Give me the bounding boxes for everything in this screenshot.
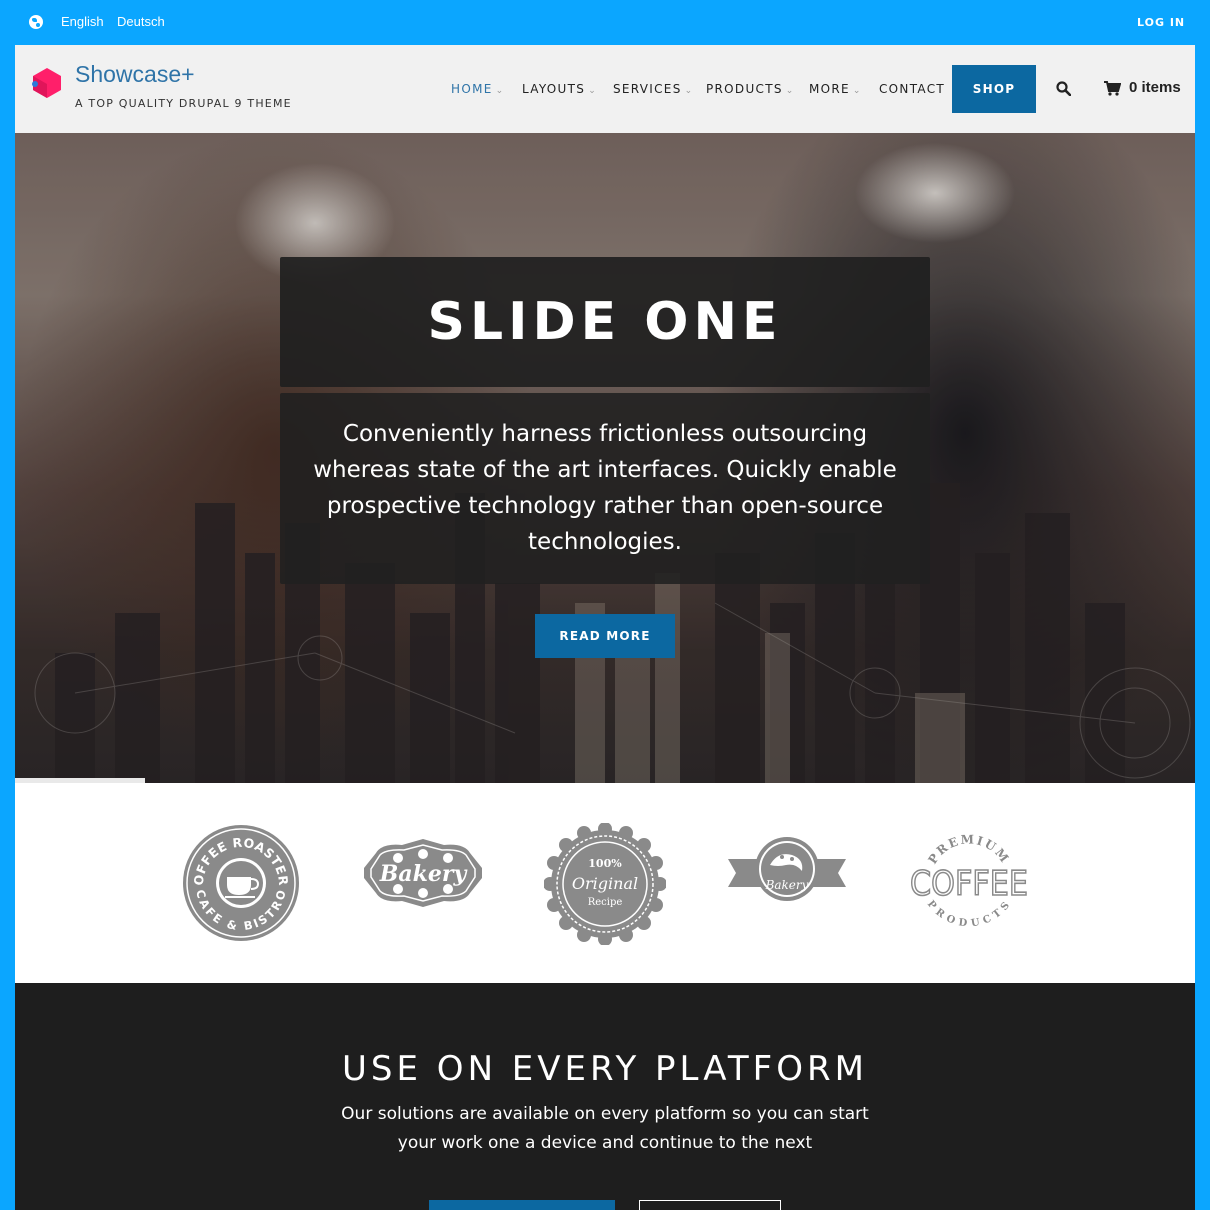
nav-item-services[interactable]: SERVICES ⌄: [613, 82, 693, 96]
login-link[interactable]: LOG IN: [1137, 16, 1185, 29]
platform-title: USE ON EVERY PLATFORM: [342, 1049, 868, 1089]
slide-title: SLIDE ONE: [427, 292, 783, 352]
search-icon[interactable]: [1056, 81, 1071, 96]
platform-subtitle: Our solutions are available on every pla…: [341, 1104, 869, 1153]
chevron-down-icon: ⌄: [785, 86, 795, 96]
top-bar: English Deutsch LOG IN: [0, 0, 1210, 45]
recipe-line3: Recipe: [588, 897, 623, 908]
nav-item-products[interactable]: PRODUCTS ⌄: [706, 82, 795, 96]
nav-item-more[interactable]: MORE ⌄: [809, 82, 862, 96]
chevron-down-icon: ⌄: [495, 86, 505, 96]
premium-coffee-logo: PREMIUM COFFEE PRODUCTS: [909, 833, 1029, 930]
coffee-roasters-logo: COFFEE ROASTERS CAFE & BISTRO: [181, 823, 299, 941]
globe-icon: [29, 15, 43, 29]
nav-item-label: HOME: [451, 82, 493, 96]
bakery-badge-text: Bakery: [765, 878, 809, 892]
chevron-down-icon: ⌄: [684, 86, 694, 96]
bakery-badge-logo: Bakery: [728, 837, 846, 901]
nav-item-contact[interactable]: CONTACT: [879, 82, 945, 96]
svg-text:PREMIUM: PREMIUM: [925, 833, 1012, 867]
original-recipe-logo: 100% Original Recipe: [544, 823, 666, 945]
nav-item-layouts[interactable]: LAYOUTS ⌄: [522, 82, 597, 96]
chevron-down-icon: ⌄: [588, 86, 598, 96]
site-header: Showcase+ A TOP QUALITY DRUPAL 9 THEME H…: [15, 45, 1195, 133]
language-deutsch-link[interactable]: Deutsch: [117, 14, 165, 29]
chevron-down-icon: ⌄: [852, 86, 862, 96]
hero-slider: SLIDE ONE Conveniently harness frictionl…: [15, 133, 1195, 783]
nav-item-label: SERVICES: [613, 82, 682, 96]
site-slogan: A TOP QUALITY DRUPAL 9 THEME: [75, 97, 292, 110]
recipe-line2: Original: [572, 874, 638, 893]
bakery-logo: Bakery: [364, 839, 482, 907]
read-more-button[interactable]: READ MORE: [535, 614, 675, 658]
nav-item-label: LAYOUTS: [522, 82, 586, 96]
shop-button[interactable]: SHOP: [952, 65, 1036, 113]
slide-title-box: SLIDE ONE: [280, 257, 930, 387]
nav-item-label: CONTACT: [879, 82, 946, 96]
page-frame: Showcase+ A TOP QUALITY DRUPAL 9 THEME H…: [15, 45, 1195, 1210]
cart-icon[interactable]: [1104, 81, 1121, 96]
nav-item-label: PRODUCTS: [706, 82, 783, 96]
site-name-link[interactable]: Showcase+: [75, 61, 195, 88]
client-logos: COFFEE ROASTERS CAFE & BISTRO Bakery: [15, 783, 1195, 983]
bakery-logo-text: Bakery: [379, 861, 469, 887]
logo-hexagon-icon[interactable]: [31, 67, 63, 99]
premium-coffee-top: PREMIUM: [925, 833, 1010, 867]
platform-section: USE ON EVERY PLATFORM Our solutions are …: [15, 983, 1195, 1210]
platform-secondary-button[interactable]: [639, 1200, 781, 1210]
language-english-link[interactable]: English: [61, 14, 104, 29]
slide-body-box: Conveniently harness frictionless outsou…: [280, 393, 930, 584]
cart-items-link[interactable]: 0 items: [1129, 79, 1181, 96]
nav-item-home[interactable]: HOME ⌄: [451, 82, 504, 96]
recipe-line1: 100%: [588, 857, 622, 870]
slide-body-text: Conveniently harness frictionless outsou…: [313, 421, 897, 555]
platform-primary-button[interactable]: [429, 1200, 615, 1210]
premium-coffee-middle: COFFEE: [910, 864, 1028, 904]
nav-item-label: MORE: [809, 82, 850, 96]
